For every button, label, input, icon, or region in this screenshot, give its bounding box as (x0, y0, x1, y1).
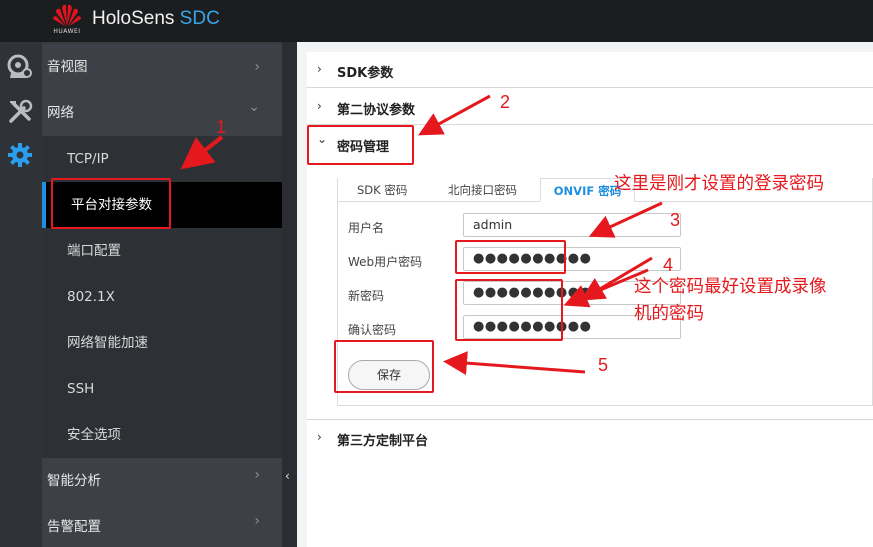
arrow-3 (588, 201, 663, 238)
annotation-number-4: 4 (663, 255, 674, 275)
annotation-note-nvr-line2: 机的密码 (634, 303, 704, 323)
annotation-note-nvr-line1: 这个密码最好设置成录像 (634, 276, 827, 296)
annotation-number-2: 2 (500, 92, 511, 112)
annotation-number-5: 5 (598, 355, 609, 375)
arrow-5 (443, 351, 586, 376)
annotation-number-3: 3 (670, 210, 681, 230)
arrow-2 (418, 94, 491, 136)
arrow-1 (180, 135, 224, 170)
annotation-note-login-password: 这里是刚才设置的登录密码 (614, 173, 824, 193)
annotation-number-1: 1 (216, 117, 227, 137)
